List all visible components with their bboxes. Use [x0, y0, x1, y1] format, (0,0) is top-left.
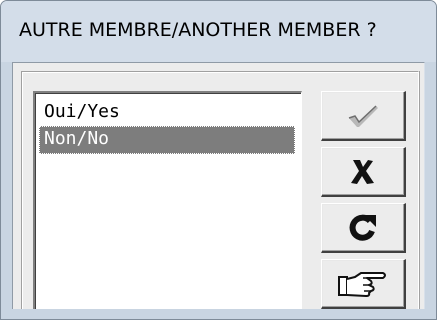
refresh-button[interactable]: [321, 203, 406, 253]
choice-listbox[interactable]: Oui/Yes Non/No: [33, 91, 302, 309]
list-item-no[interactable]: Non/No: [39, 126, 295, 154]
x-cancel-icon: [351, 159, 374, 184]
confirm-button[interactable]: [321, 91, 406, 141]
title-bar[interactable]: AUTRE MEMBRE/ANOTHER MEMBER ?: [1, 1, 436, 62]
pointing-hand-icon: [338, 271, 386, 297]
checkmark-icon: [348, 104, 378, 127]
dialog-body: Oui/Yes Non/No: [12, 62, 425, 309]
refresh-icon: [349, 214, 376, 241]
list-item-yes[interactable]: Oui/Yes: [39, 99, 295, 127]
window-title: AUTRE MEMBRE/ANOTHER MEMBER ?: [19, 19, 377, 41]
cancel-button[interactable]: [321, 147, 406, 197]
dialog-window: AUTRE MEMBRE/ANOTHER MEMBER ? Oui/Yes No…: [0, 0, 437, 320]
hand-button[interactable]: [321, 259, 406, 309]
